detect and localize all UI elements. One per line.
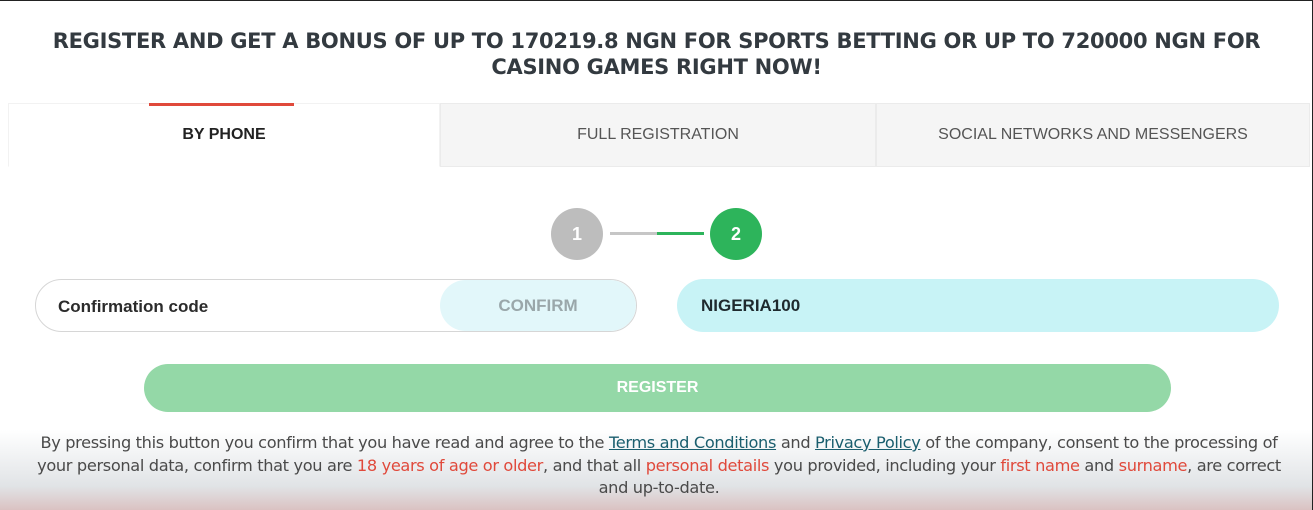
tab-label: BY PHONE: [182, 126, 266, 143]
step-connector-active: [657, 232, 704, 235]
legal-text: , and that all: [542, 455, 646, 475]
legal-consent-text: By pressing this button you confirm that…: [28, 432, 1290, 500]
step-connector-completed: [610, 232, 657, 235]
legal-text: you provided, including your: [769, 455, 1001, 475]
confirmation-code-field[interactable]: Confirmation code CONFIRM: [35, 279, 637, 332]
confirmation-code-placeholder: Confirmation code: [58, 297, 209, 316]
frame-top-border: [0, 0, 1313, 1]
promo-code-field[interactable]: NIGERIA100: [677, 279, 1279, 332]
register-button[interactable]: REGISTER: [144, 364, 1171, 412]
tab-social-networks[interactable]: SOCIAL NETWORKS AND MESSENGERS: [876, 103, 1310, 167]
tab-label: FULL REGISTRATION: [577, 126, 739, 143]
active-tab-indicator: [149, 103, 294, 106]
personal-details-text: personal details: [645, 455, 770, 475]
confirm-button[interactable]: CONFIRM: [440, 280, 636, 331]
legal-text: By pressing this button you confirm that…: [40, 433, 609, 452]
registration-tabs: BY PHONE FULL REGISTRATION SOCIAL NETWOR…: [8, 103, 1310, 167]
privacy-policy-link[interactable]: Privacy Policy: [815, 433, 921, 452]
promo-code-value: NIGERIA100: [701, 295, 801, 315]
step-2-indicator: 2: [710, 208, 762, 260]
terms-and-conditions-link[interactable]: Terms and Conditions: [609, 433, 776, 452]
legal-text: and: [776, 433, 816, 452]
tab-full-registration[interactable]: FULL REGISTRATION: [440, 103, 876, 167]
bonus-headline: REGISTER AND GET A BONUS OF UP TO 170219…: [52, 29, 1261, 79]
step-1-indicator: 1: [551, 208, 603, 260]
surname-text: surname: [1118, 455, 1188, 475]
registration-stepper: 1 2: [551, 208, 763, 260]
legal-text: and: [1079, 455, 1119, 475]
first-name-text: first name: [1000, 455, 1080, 475]
age-requirement-text: 18 years of age or older: [356, 455, 543, 475]
tab-label: SOCIAL NETWORKS AND MESSENGERS: [938, 126, 1248, 143]
tab-by-phone[interactable]: BY PHONE: [8, 103, 440, 167]
